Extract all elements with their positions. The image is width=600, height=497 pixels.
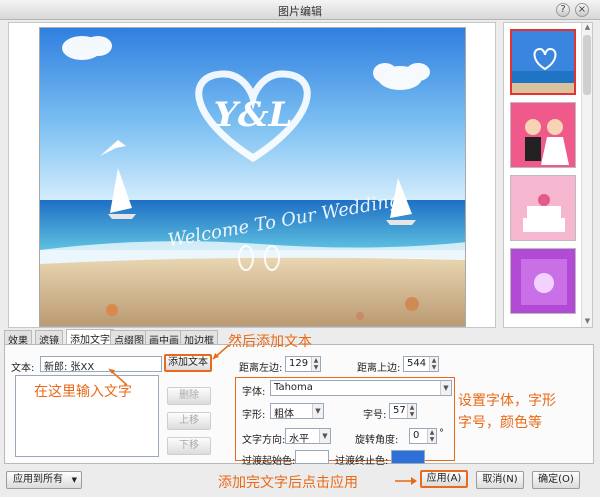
monogram-text: Y&L: [214, 95, 293, 135]
apply-button[interactable]: 应用(A): [420, 470, 468, 488]
window-title: 图片编辑: [278, 5, 322, 18]
help-button[interactable]: ?: [556, 3, 570, 17]
tab-add-border[interactable]: 加边框: [180, 330, 218, 347]
tab-filter[interactable]: 滤镜: [35, 330, 63, 347]
annotation-then-add-text: 然后添加文本: [228, 334, 312, 350]
thumbnail-couple-cartoon[interactable]: [510, 102, 576, 168]
cancel-button[interactable]: 取消(N): [476, 471, 524, 489]
annotation-click-apply: 添加完文字后点击应用: [218, 475, 358, 491]
annotation-set-font-2: 字号，颜色等: [458, 415, 542, 431]
thumbnail-strip: ▲ ▼: [503, 22, 593, 328]
tab-picture-in-picture[interactable]: 画中画: [145, 330, 183, 347]
scroll-thumb[interactable]: [583, 35, 591, 95]
scroll-up-icon[interactable]: ▲: [582, 23, 592, 33]
ok-button[interactable]: 确定(O): [532, 471, 580, 489]
preview-panel: Y&L Welcome To Our Wedding: [8, 22, 496, 328]
close-button[interactable]: ×: [575, 3, 589, 17]
wedding-photo: Y&L Welcome To Our Wedding: [39, 27, 466, 327]
thumbnail-beach-heart[interactable]: [510, 29, 576, 95]
thumbnail-purple-hall[interactable]: [510, 248, 576, 314]
tab-effect[interactable]: 效果: [4, 330, 32, 347]
annotation-arrow-apply: [395, 477, 417, 485]
apply-all-select[interactable]: 应用到所有 ▼: [6, 471, 82, 489]
annotation-input-here: 在这里输入文字: [34, 384, 132, 400]
title-bar: 图片编辑 ? ×: [0, 0, 600, 20]
tab-add-text[interactable]: 添加文字: [66, 329, 114, 346]
thumbnail-scrollbar[interactable]: ▲ ▼: [581, 23, 592, 327]
apply-all-value: 应用到所有: [13, 474, 63, 485]
scroll-down-icon[interactable]: ▼: [582, 317, 592, 327]
tab-decoration[interactable]: 点缀图: [110, 330, 148, 347]
thumbnail-wedding-cake[interactable]: [510, 175, 576, 241]
annotation-set-font: 设置字体，字形: [458, 393, 556, 409]
chevron-down-icon[interactable]: ▼: [72, 472, 77, 488]
